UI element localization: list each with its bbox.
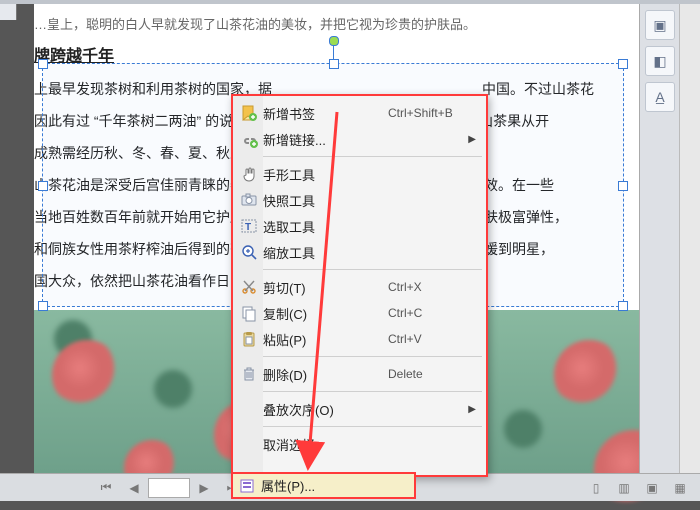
menu-separator bbox=[237, 356, 482, 357]
menu-item-label: 删除(D) bbox=[263, 365, 388, 384]
menu-item-label: 缩放工具 bbox=[263, 243, 388, 262]
menu-item-shortcut: Ctrl+X bbox=[388, 280, 484, 294]
submenu-arrow-icon: ▶ bbox=[468, 134, 476, 145]
bookmark-add-icon bbox=[235, 104, 263, 122]
menu-item-9[interactable]: 复制(C)Ctrl+C bbox=[235, 300, 484, 326]
tool-generic-1[interactable]: ▣ bbox=[645, 10, 675, 40]
context-menu: 新增书签Ctrl+Shift+B新增链接...▶手形工具快照工具T选取工具缩放工… bbox=[231, 94, 488, 477]
tool-generic-3[interactable]: A̲ bbox=[645, 82, 675, 112]
right-tool-rail: ▣ ◧ A̲ bbox=[639, 4, 680, 474]
first-page-icon[interactable]: ⏮ bbox=[94, 478, 118, 498]
hand-icon bbox=[235, 165, 263, 183]
camera-icon bbox=[235, 191, 263, 209]
menu-item-label: 新增书签 bbox=[263, 104, 388, 123]
paste-icon bbox=[235, 330, 263, 348]
page-number-input[interactable] bbox=[148, 478, 190, 498]
tool-generic-2[interactable]: ◧ bbox=[645, 46, 675, 76]
menu-item-label: 剪切(T) bbox=[263, 278, 388, 297]
view-facing-icon[interactable]: ▣ bbox=[640, 478, 664, 498]
view-continuous-icon[interactable]: ▥ bbox=[612, 478, 636, 498]
menu-item-shortcut: Ctrl+C bbox=[388, 306, 484, 320]
menu-item-6[interactable]: 缩放工具 bbox=[235, 239, 484, 265]
menu-item-label: 快照工具 bbox=[263, 191, 388, 210]
menu-separator bbox=[237, 269, 482, 270]
menu-item-14[interactable]: 叠放次序(O) ▶ bbox=[235, 396, 484, 422]
menu-item-label: 复制(C) bbox=[263, 304, 388, 323]
zoom-icon bbox=[235, 243, 263, 261]
menu-item-12[interactable]: 删除(D)Delete bbox=[235, 361, 484, 387]
properties-button[interactable]: 属性(P)... bbox=[231, 472, 416, 499]
menu-item-4[interactable]: 快照工具 bbox=[235, 187, 484, 213]
menu-item-label: 取消选择 bbox=[263, 435, 388, 454]
menu-separator bbox=[237, 426, 482, 427]
submenu-arrow-icon: ▶ bbox=[468, 404, 476, 415]
doc-heading: 牌跨越千年 bbox=[34, 46, 622, 68]
properties-icon bbox=[239, 478, 255, 494]
menu-item-0[interactable]: 新增书签Ctrl+Shift+B bbox=[235, 100, 484, 126]
svg-text:T: T bbox=[245, 222, 251, 233]
menu-item-label: 粘贴(P) bbox=[263, 330, 388, 349]
link-add-icon bbox=[235, 130, 263, 148]
menu-item-shortcut: Ctrl+Shift+B bbox=[388, 106, 484, 120]
text-select-icon: T bbox=[235, 217, 263, 235]
menu-item-label: 手形工具 bbox=[263, 165, 388, 184]
copy-icon bbox=[235, 304, 263, 322]
next-page-icon[interactable]: ▶ bbox=[192, 478, 216, 498]
menu-item-label: 新增链接... bbox=[263, 130, 388, 149]
menu-item-5[interactable]: T 选取工具 bbox=[235, 213, 484, 239]
menu-item-10[interactable]: 粘贴(P)Ctrl+V bbox=[235, 326, 484, 352]
delete-icon bbox=[235, 365, 263, 383]
menu-item-label: 选取工具 bbox=[263, 217, 388, 236]
menu-item-8[interactable]: 剪切(T)Ctrl+X bbox=[235, 274, 484, 300]
menu-separator bbox=[237, 156, 482, 157]
doc-line-above: …皇上，聪明的白人早就发现了山茶花油的美妆，并把它视为珍贵的护肤品。 bbox=[34, 14, 622, 36]
view-facing-cont-icon[interactable]: ▦ bbox=[668, 478, 692, 498]
menu-item-1[interactable]: 新增链接... ▶ bbox=[235, 126, 484, 152]
vertical-scrollbar[interactable] bbox=[679, 4, 700, 474]
corner-tab bbox=[0, 4, 17, 20]
properties-label: 属性(P)... bbox=[261, 476, 315, 495]
prev-page-icon[interactable]: ◀ bbox=[122, 478, 146, 498]
doc-p1b: 中国。不过山茶花 bbox=[482, 81, 594, 97]
left-dark-rail bbox=[0, 20, 16, 474]
menu-item-shortcut: Ctrl+V bbox=[388, 332, 484, 346]
menu-item-shortcut: Delete bbox=[388, 367, 484, 381]
menu-item-3[interactable]: 手形工具 bbox=[235, 161, 484, 187]
cut-icon bbox=[235, 278, 263, 296]
menu-separator bbox=[237, 391, 482, 392]
menu-item-label: 叠放次序(O) bbox=[263, 400, 388, 419]
menu-item-16[interactable]: 取消选择 bbox=[235, 431, 484, 457]
view-single-icon[interactable]: ▯ bbox=[584, 478, 608, 498]
